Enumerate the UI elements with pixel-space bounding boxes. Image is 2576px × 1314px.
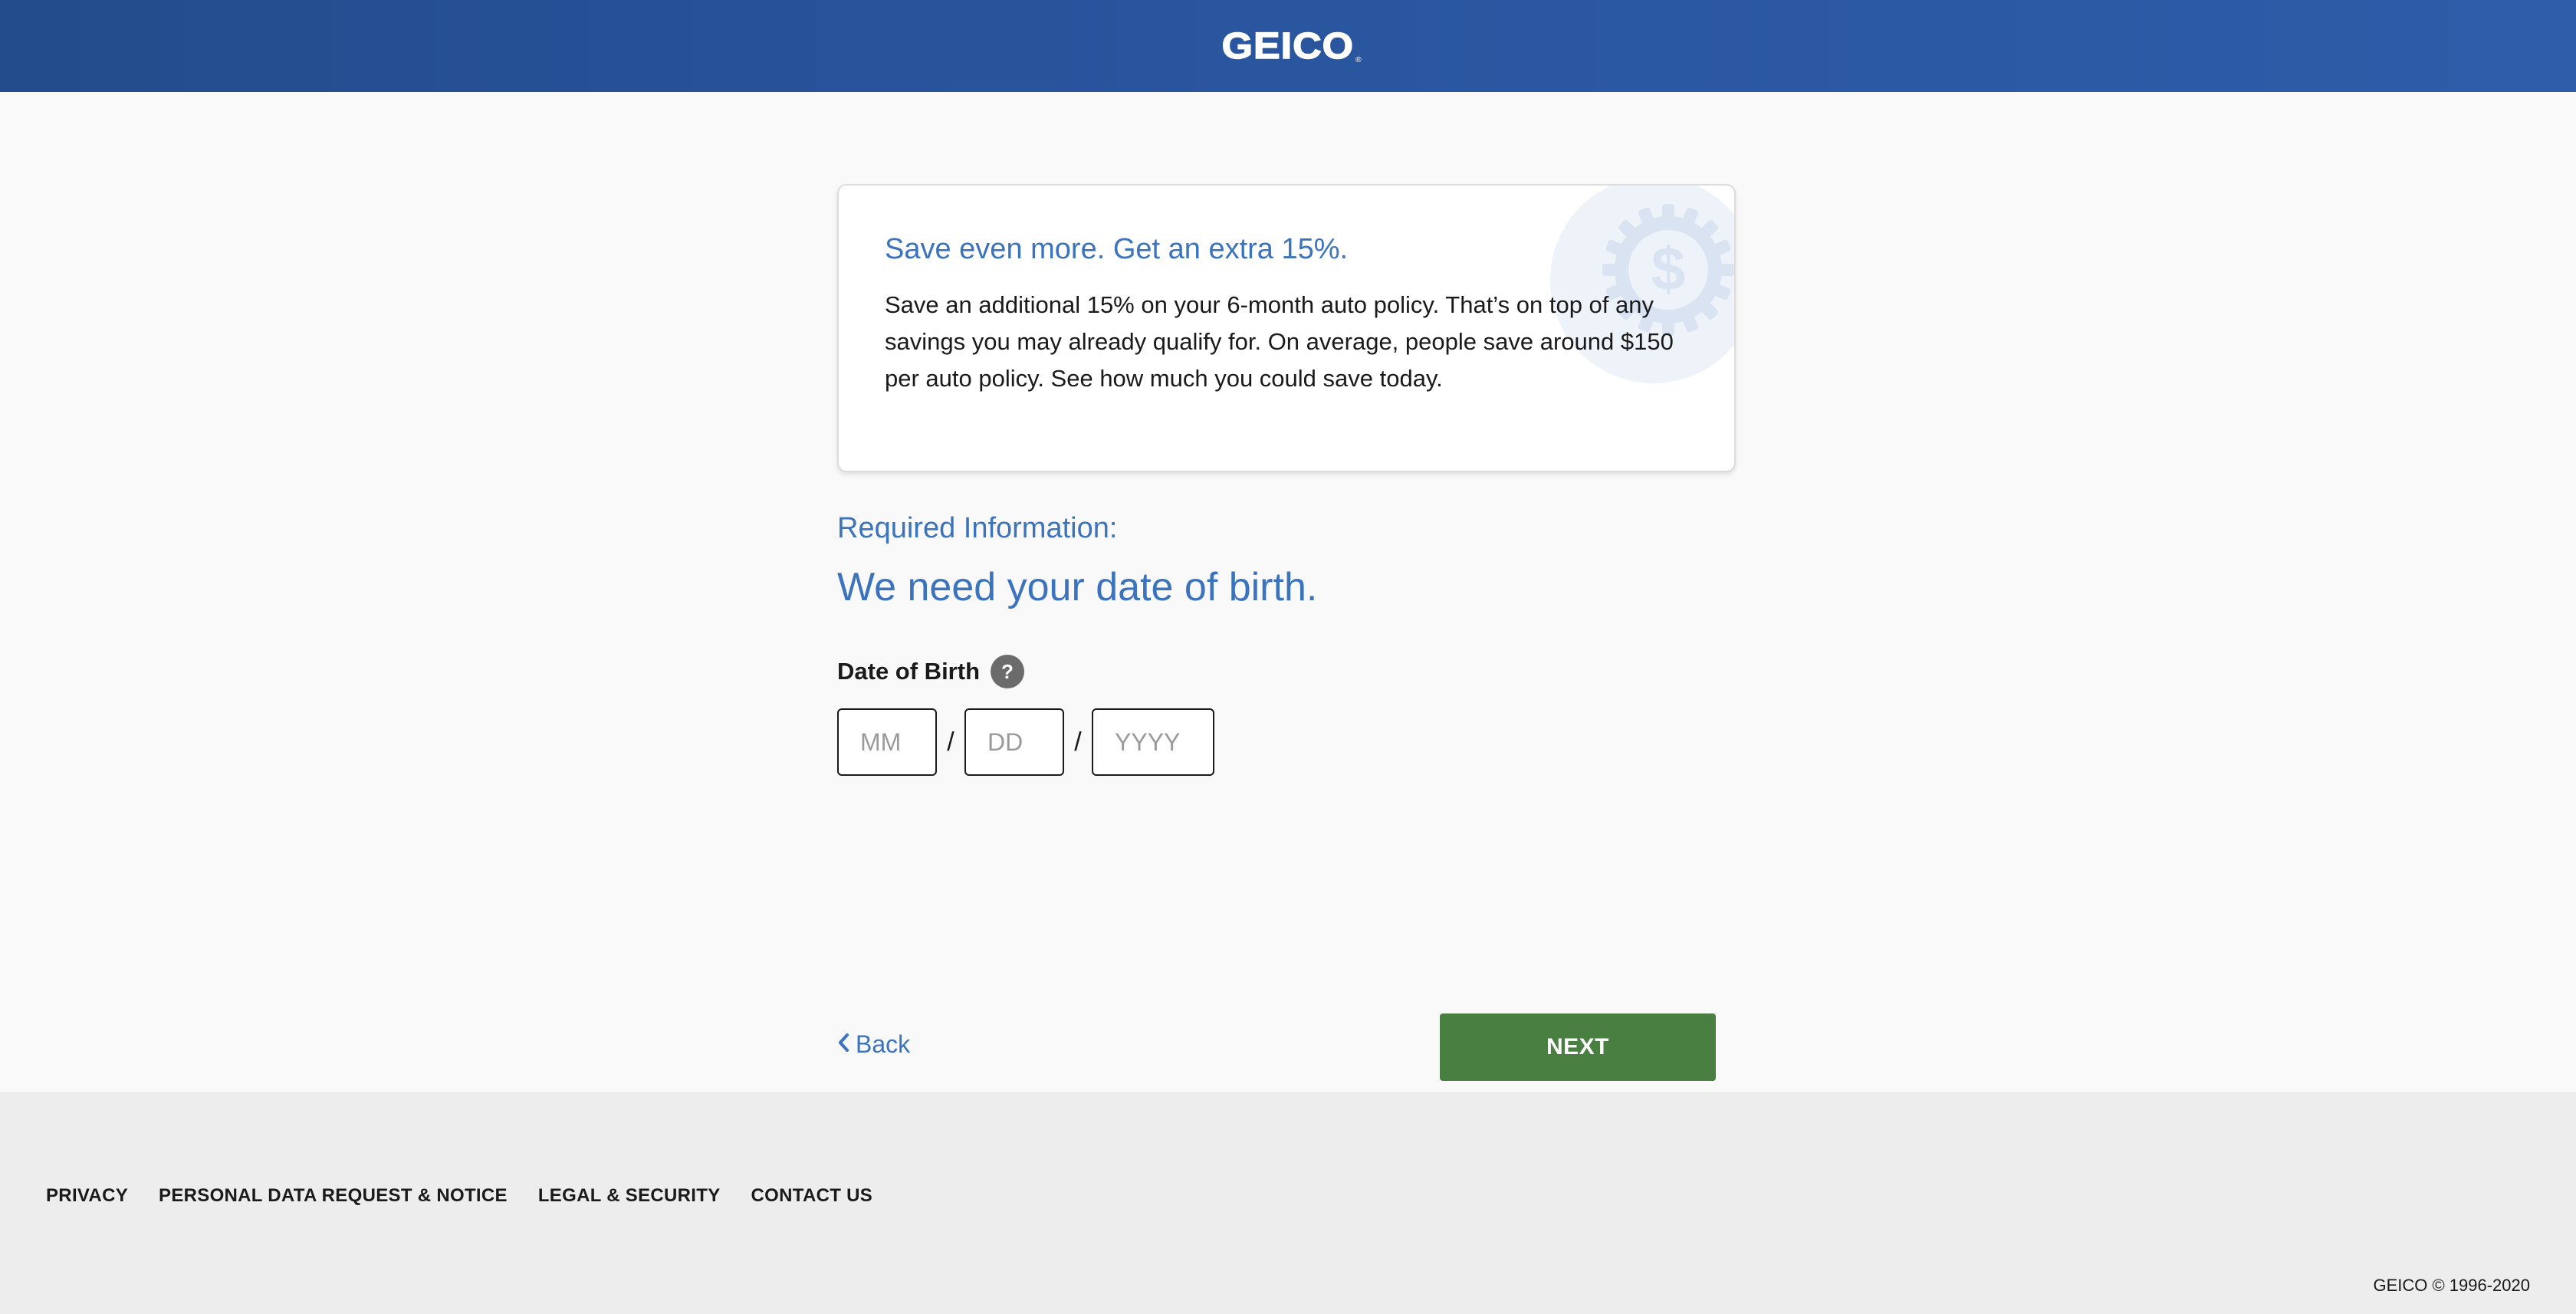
main-content: $ Save even more. Get an extra 15%. Save… — [837, 184, 1739, 1081]
promo-card: $ Save even more. Get an extra 15%. Save… — [837, 184, 1736, 472]
dob-day-input[interactable] — [964, 708, 1064, 776]
promo-body: Save an additional 15% on your 6-month a… — [885, 291, 1674, 392]
form-navigation: Back NEXT — [837, 1013, 1716, 1081]
back-label: Back — [856, 1030, 911, 1058]
dob-label-row: Date of Birth ? — [837, 655, 1024, 688]
page-heading: We need your date of birth. — [837, 565, 1318, 609]
help-icon[interactable]: ? — [991, 655, 1024, 688]
copyright: GEICO © 1996-2020 — [2373, 1276, 2530, 1295]
footer-link-legal-security[interactable]: LEGAL & SECURITY — [538, 1185, 721, 1207]
registered-mark: ® — [1355, 55, 1363, 64]
logo-text: GEICO — [1221, 25, 1355, 67]
dob-label: Date of Birth — [837, 658, 980, 685]
footer-link-personal-data[interactable]: PERSONAL DATA REQUEST & NOTICE — [159, 1185, 508, 1207]
chevron-left-icon — [837, 1030, 849, 1059]
dob-separator: / — [947, 727, 955, 757]
footer-links: PRIVACY PERSONAL DATA REQUEST & NOTICE L… — [46, 1185, 872, 1207]
site-header: GEICO ® — [0, 0, 2576, 92]
dob-month-input[interactable] — [837, 708, 937, 776]
footer-link-privacy[interactable]: PRIVACY — [46, 1185, 128, 1207]
promo-title: Save even more. Get an extra 15%. — [885, 233, 1349, 265]
next-button[interactable]: NEXT — [1440, 1013, 1716, 1081]
site-footer: PRIVACY PERSONAL DATA REQUEST & NOTICE L… — [0, 1092, 2576, 1314]
geico-logo[interactable]: GEICO ® — [1221, 25, 1362, 67]
dob-input-group: / / — [837, 708, 1214, 776]
dob-separator: / — [1074, 727, 1082, 757]
back-link[interactable]: Back — [837, 1030, 910, 1059]
required-info-label: Required Information: — [837, 512, 1118, 544]
dob-year-input[interactable] — [1092, 708, 1214, 776]
footer-link-contact-us[interactable]: CONTACT US — [751, 1185, 873, 1207]
